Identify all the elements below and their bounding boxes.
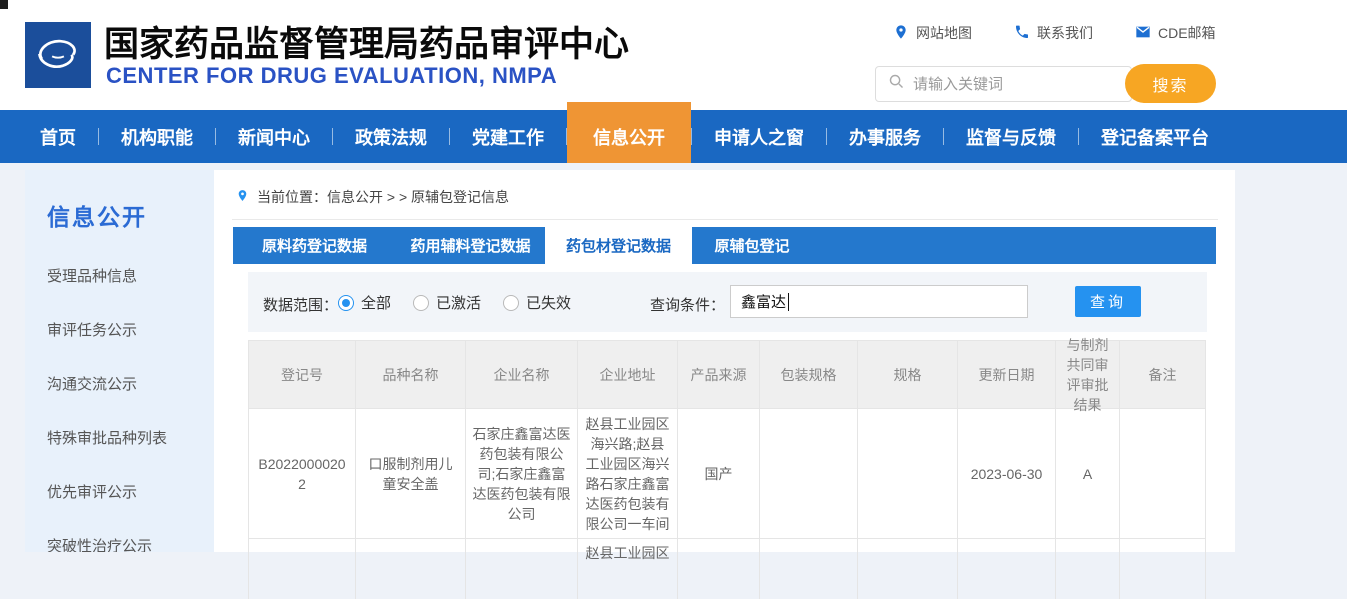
- sidebar-item-accepted-varieties[interactable]: 受理品种信息: [47, 265, 215, 286]
- nav-item-supervision-feedback[interactable]: 监督与反馈: [944, 110, 1078, 163]
- nav-item-information-disclosure[interactable]: 信息公开: [567, 102, 691, 163]
- site-search-input[interactable]: [913, 76, 1063, 93]
- registration-table: 登记号 品种名称 企业名称 企业地址 产品来源 包装规格 规格 更新日期 与制剂…: [248, 340, 1206, 599]
- col-header-registration-no: 登记号: [249, 341, 356, 409]
- sidebar: 信息公开 受理品种信息 审评任务公示 沟通交流公示 特殊审批品种列表 优先审评公…: [25, 170, 215, 552]
- radio-activated-label: 已激活: [436, 292, 481, 313]
- sidebar-item-communication[interactable]: 沟通交流公示: [47, 373, 215, 394]
- site-title: 国家药品监督管理局药品审评中心: [104, 16, 629, 67]
- cell-variety-name: 口服制剂用儿童安全盖: [356, 409, 466, 539]
- sidebar-item-review-tasks[interactable]: 审评任务公示: [47, 319, 215, 340]
- cell-company-address: 赵县工业园区海兴路;赵县工业园区海兴路石家庄鑫富达医药包装有限公司一车间: [578, 409, 678, 539]
- nav-item-registration-platform[interactable]: 登记备案平台: [1079, 110, 1231, 163]
- radio-all-label: 全部: [361, 292, 391, 313]
- cde-mail-link-label: CDE邮箱: [1158, 23, 1216, 43]
- cell-registration-no: [249, 539, 356, 599]
- col-header-product-source: 产品来源: [678, 341, 760, 409]
- filter-bar: 数据范围： 全部 已激活 已失效 查询条件： 鑫富达 查询: [248, 272, 1207, 332]
- main-content: 当前位置：信息公开 > > 原辅包登记信息 原料药登记数据 药用辅料登记数据 药…: [214, 170, 1235, 552]
- sitemap-link[interactable]: 网站地图: [893, 23, 972, 43]
- location-pin-icon: [236, 187, 249, 207]
- cell-company-address: 赵县工业园区: [578, 539, 678, 599]
- col-header-packaging-spec: 包装规格: [760, 341, 858, 409]
- col-header-update-date: 更新日期: [958, 341, 1056, 409]
- cell-spec: [858, 539, 958, 599]
- cell-company-name: 石家庄鑫富达医药包装有限公司;石家庄鑫富达医药包装有限公司: [466, 409, 578, 539]
- cell-update-date: 2023-06-30: [958, 409, 1056, 539]
- query-input-value: 鑫富达: [741, 291, 786, 312]
- data-scope-label: 数据范围：: [263, 294, 338, 315]
- header-quick-links: 网站地图 联系我们 CDE邮箱: [893, 23, 1216, 43]
- site-subtitle: CENTER FOR DRUG EVALUATION, NMPA: [106, 63, 557, 89]
- main-nav: 首页 机构职能 新闻中心 政策法规 党建工作 信息公开 申请人之窗 办事服务 监…: [0, 110, 1347, 163]
- phone-icon: [1014, 24, 1030, 43]
- tab-yfb-registration[interactable]: 原辅包登记: [692, 227, 812, 264]
- radio-option-all[interactable]: 全部: [338, 292, 391, 313]
- table-header-row: 登记号 品种名称 企业名称 企业地址 产品来源 包装规格 规格 更新日期 与制剂…: [249, 341, 1206, 409]
- nav-item-applicant-window[interactable]: 申请人之窗: [692, 110, 826, 163]
- cell-packaging-spec: [760, 409, 858, 539]
- text-caret: [788, 293, 789, 311]
- breadcrumb[interactable]: 当前位置：信息公开 > > 原辅包登记信息: [236, 187, 509, 207]
- sidebar-item-priority-review[interactable]: 优先审评公示: [47, 481, 215, 502]
- cell-packaging-spec: [760, 539, 858, 599]
- cell-spec: [858, 409, 958, 539]
- cell-remarks: [1120, 409, 1206, 539]
- col-header-spec: 规格: [858, 341, 958, 409]
- contact-link[interactable]: 联系我们: [1014, 23, 1093, 43]
- radio-option-activated[interactable]: 已激活: [413, 292, 481, 313]
- cell-joint-review-result: [1056, 539, 1120, 599]
- radio-expired[interactable]: [503, 295, 519, 311]
- tab-bar: 原料药登记数据 药用辅料登记数据 药包材登记数据 原辅包登记: [233, 227, 1216, 264]
- table-row-partial: 赵县工业园区: [249, 539, 1206, 599]
- cell-remarks: [1120, 539, 1206, 599]
- nav-item-home[interactable]: 首页: [18, 110, 98, 163]
- cde-swoosh-icon: [31, 26, 85, 85]
- site-search-button[interactable]: 搜索: [1125, 64, 1216, 103]
- radio-expired-label: 已失效: [526, 292, 571, 313]
- col-header-remarks: 备注: [1120, 341, 1206, 409]
- sidebar-item-special-approval-list[interactable]: 特殊审批品种列表: [47, 427, 215, 448]
- site-header: 国家药品监督管理局药品审评中心 CENTER FOR DRUG EVALUATI…: [0, 0, 1347, 110]
- col-header-joint-review-result: 与制剂共同审评审批结果: [1056, 341, 1120, 409]
- radio-activated[interactable]: [413, 295, 429, 311]
- cde-logo[interactable]: [25, 22, 91, 88]
- radio-all[interactable]: [338, 295, 354, 311]
- query-input[interactable]: 鑫富达: [730, 285, 1028, 318]
- col-header-company-name: 企业名称: [466, 341, 578, 409]
- sitemap-link-label: 网站地图: [916, 23, 972, 43]
- cell-product-source: [678, 539, 760, 599]
- location-pin-icon: [893, 24, 909, 43]
- sidebar-item-breakthrough-therapy[interactable]: 突破性治疗公示: [47, 535, 215, 552]
- cell-company-name: [466, 539, 578, 599]
- tab-api-registration-data[interactable]: 原料药登记数据: [233, 227, 396, 264]
- site-search-box[interactable]: [875, 66, 1132, 102]
- breadcrumb-label: 当前位置：信息公开 > > 原辅包登记信息: [257, 187, 509, 207]
- tab-packaging-registration-data[interactable]: 药包材登记数据: [545, 227, 692, 264]
- cell-variety-name: [356, 539, 466, 599]
- nav-item-news[interactable]: 新闻中心: [216, 110, 332, 163]
- nav-item-party-building[interactable]: 党建工作: [450, 110, 566, 163]
- query-condition-label: 查询条件：: [650, 294, 725, 315]
- breadcrumb-divider: [232, 219, 1218, 220]
- nav-item-services[interactable]: 办事服务: [827, 110, 943, 163]
- mail-icon: [1135, 24, 1151, 43]
- cell-joint-review-result: A: [1056, 409, 1120, 539]
- cell-update-date: [958, 539, 1056, 599]
- cell-registration-no: B20220000202: [249, 409, 356, 539]
- query-button[interactable]: 查询: [1075, 286, 1141, 317]
- screen-corner-artifact: [0, 0, 8, 9]
- nav-item-policies[interactable]: 政策法规: [333, 110, 449, 163]
- sidebar-title: 信息公开: [47, 198, 215, 232]
- cde-mail-link[interactable]: CDE邮箱: [1135, 23, 1216, 43]
- tab-excipient-registration-data[interactable]: 药用辅料登记数据: [396, 227, 545, 264]
- search-icon: [888, 73, 905, 95]
- radio-option-expired[interactable]: 已失效: [503, 292, 571, 313]
- table-row: B20220000202 口服制剂用儿童安全盖 石家庄鑫富达医药包装有限公司;石…: [249, 409, 1206, 539]
- col-header-company-address: 企业地址: [578, 341, 678, 409]
- cell-product-source: 国产: [678, 409, 760, 539]
- col-header-variety-name: 品种名称: [356, 341, 466, 409]
- nav-item-functions[interactable]: 机构职能: [99, 110, 215, 163]
- contact-link-label: 联系我们: [1037, 23, 1093, 43]
